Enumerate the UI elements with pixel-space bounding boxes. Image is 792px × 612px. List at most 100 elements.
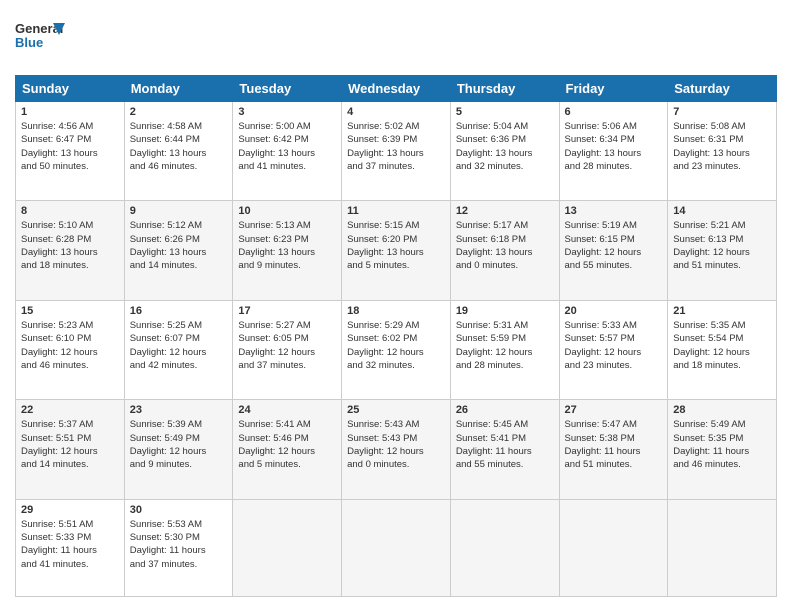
day-info: Sunrise: 5:13 AM Sunset: 6:23 PM Dayligh…: [238, 219, 336, 272]
day-info: Sunrise: 4:56 AM Sunset: 6:47 PM Dayligh…: [21, 120, 119, 173]
calendar-cell: 11 Sunrise: 5:15 AM Sunset: 6:20 PM Dayli…: [342, 201, 451, 300]
day-info: Sunrise: 5:35 AM Sunset: 5:54 PM Dayligh…: [673, 319, 771, 372]
day-number: 30: [130, 504, 228, 516]
day-info: Sunrise: 5:43 AM Sunset: 5:43 PM Dayligh…: [347, 418, 445, 471]
day-info: Sunrise: 5:37 AM Sunset: 5:51 PM Dayligh…: [21, 418, 119, 471]
day-info: Sunrise: 5:49 AM Sunset: 5:35 PM Dayligh…: [673, 418, 771, 471]
day-info: Sunrise: 5:23 AM Sunset: 6:10 PM Dayligh…: [21, 319, 119, 372]
day-info: Sunrise: 5:12 AM Sunset: 6:26 PM Dayligh…: [130, 219, 228, 272]
calendar-cell: 29 Sunrise: 5:51 AM Sunset: 5:33 PM Dayli…: [16, 499, 125, 596]
day-number: 13: [565, 205, 663, 217]
day-info: Sunrise: 5:45 AM Sunset: 5:41 PM Dayligh…: [456, 418, 554, 471]
calendar-cell: 3 Sunrise: 5:00 AM Sunset: 6:42 PM Daylig…: [233, 102, 342, 201]
calendar-cell: 12 Sunrise: 5:17 AM Sunset: 6:18 PM Dayli…: [450, 201, 559, 300]
weekday-thursday: Thursday: [450, 76, 559, 102]
day-number: 10: [238, 205, 336, 217]
day-number: 11: [347, 205, 445, 217]
calendar-cell: 24 Sunrise: 5:41 AM Sunset: 5:46 PM Dayli…: [233, 400, 342, 499]
weekday-saturday: Saturday: [668, 76, 777, 102]
calendar-cell: 17 Sunrise: 5:27 AM Sunset: 6:05 PM Dayli…: [233, 300, 342, 399]
day-info: Sunrise: 5:15 AM Sunset: 6:20 PM Dayligh…: [347, 219, 445, 272]
day-number: 21: [673, 305, 771, 317]
day-info: Sunrise: 5:47 AM Sunset: 5:38 PM Dayligh…: [565, 418, 663, 471]
calendar-cell: 20 Sunrise: 5:33 AM Sunset: 5:57 PM Dayli…: [559, 300, 668, 399]
calendar-cell: 28 Sunrise: 5:49 AM Sunset: 5:35 PM Dayli…: [668, 400, 777, 499]
calendar-cell: 21 Sunrise: 5:35 AM Sunset: 5:54 PM Dayli…: [668, 300, 777, 399]
weekday-monday: Monday: [124, 76, 233, 102]
day-number: 6: [565, 106, 663, 118]
calendar-cell: 1 Sunrise: 4:56 AM Sunset: 6:47 PM Daylig…: [16, 102, 125, 201]
calendar-cell: [559, 499, 668, 596]
day-number: 12: [456, 205, 554, 217]
calendar-week-4: 22Sunrise: 5:37 AM Sunset: 5:51 PM Dayli…: [16, 400, 777, 499]
day-info: Sunrise: 5:04 AM Sunset: 6:36 PM Dayligh…: [456, 120, 554, 173]
day-info: Sunrise: 5:33 AM Sunset: 5:57 PM Dayligh…: [565, 319, 663, 372]
day-number: 27: [565, 404, 663, 416]
day-info: Sunrise: 5:31 AM Sunset: 5:59 PM Dayligh…: [456, 319, 554, 372]
calendar-cell: 2 Sunrise: 4:58 AM Sunset: 6:44 PM Daylig…: [124, 102, 233, 201]
svg-text:Blue: Blue: [15, 35, 43, 50]
calendar-cell: 26 Sunrise: 5:45 AM Sunset: 5:41 PM Dayli…: [450, 400, 559, 499]
day-number: 14: [673, 205, 771, 217]
calendar-cell: 19Sunrise: 5:31 AM Sunset: 5:59 PM Dayli…: [450, 300, 559, 399]
day-info: Sunrise: 5:51 AM Sunset: 5:33 PM Dayligh…: [21, 518, 119, 571]
page-header: General Blue: [15, 15, 777, 65]
day-number: 18: [347, 305, 445, 317]
day-number: 3: [238, 106, 336, 118]
day-number: 20: [565, 305, 663, 317]
weekday-tuesday: Tuesday: [233, 76, 342, 102]
day-number: 23: [130, 404, 228, 416]
calendar-week-5: 29 Sunrise: 5:51 AM Sunset: 5:33 PM Dayli…: [16, 499, 777, 596]
day-info: Sunrise: 5:21 AM Sunset: 6:13 PM Dayligh…: [673, 219, 771, 272]
day-info: Sunrise: 5:17 AM Sunset: 6:18 PM Dayligh…: [456, 219, 554, 272]
day-info: Sunrise: 5:06 AM Sunset: 6:34 PM Dayligh…: [565, 120, 663, 173]
calendar-table: SundayMondayTuesdayWednesdayThursdayFrid…: [15, 75, 777, 597]
calendar-cell: 6 Sunrise: 5:06 AM Sunset: 6:34 PM Daylig…: [559, 102, 668, 201]
weekday-friday: Friday: [559, 76, 668, 102]
day-number: 5: [456, 106, 554, 118]
calendar-cell: 14 Sunrise: 5:21 AM Sunset: 6:13 PM Dayli…: [668, 201, 777, 300]
calendar-cell: 23Sunrise: 5:39 AM Sunset: 5:49 PM Dayli…: [124, 400, 233, 499]
day-number: 17: [238, 305, 336, 317]
calendar-cell: 25Sunrise: 5:43 AM Sunset: 5:43 PM Dayli…: [342, 400, 451, 499]
day-number: 15: [21, 305, 119, 317]
day-number: 24: [238, 404, 336, 416]
calendar-cell: 27 Sunrise: 5:47 AM Sunset: 5:38 PM Dayli…: [559, 400, 668, 499]
logo: General Blue: [15, 15, 65, 65]
calendar-cell: [668, 499, 777, 596]
day-info: Sunrise: 5:29 AM Sunset: 6:02 PM Dayligh…: [347, 319, 445, 372]
day-info: Sunrise: 5:00 AM Sunset: 6:42 PM Dayligh…: [238, 120, 336, 173]
day-info: Sunrise: 4:58 AM Sunset: 6:44 PM Dayligh…: [130, 120, 228, 173]
day-info: Sunrise: 5:27 AM Sunset: 6:05 PM Dayligh…: [238, 319, 336, 372]
weekday-sunday: Sunday: [16, 76, 125, 102]
calendar-cell: 10 Sunrise: 5:13 AM Sunset: 6:23 PM Dayli…: [233, 201, 342, 300]
day-number: 7: [673, 106, 771, 118]
calendar-cell: 22Sunrise: 5:37 AM Sunset: 5:51 PM Dayli…: [16, 400, 125, 499]
calendar-week-2: 8Sunrise: 5:10 AM Sunset: 6:28 PM Daylig…: [16, 201, 777, 300]
day-number: 4: [347, 106, 445, 118]
calendar-cell: 15 Sunrise: 5:23 AM Sunset: 6:10 PM Dayli…: [16, 300, 125, 399]
logo-icon: General Blue: [15, 15, 65, 60]
calendar-cell: 13 Sunrise: 5:19 AM Sunset: 6:15 PM Dayli…: [559, 201, 668, 300]
day-info: Sunrise: 5:25 AM Sunset: 6:07 PM Dayligh…: [130, 319, 228, 372]
calendar-cell: 5 Sunrise: 5:04 AM Sunset: 6:36 PM Daylig…: [450, 102, 559, 201]
day-number: 26: [456, 404, 554, 416]
day-number: 28: [673, 404, 771, 416]
calendar-week-1: 1 Sunrise: 4:56 AM Sunset: 6:47 PM Daylig…: [16, 102, 777, 201]
day-number: 1: [21, 106, 119, 118]
day-number: 29: [21, 504, 119, 516]
calendar-cell: [342, 499, 451, 596]
calendar-cell: [233, 499, 342, 596]
calendar-cell: 4Sunrise: 5:02 AM Sunset: 6:39 PM Daylig…: [342, 102, 451, 201]
day-number: 9: [130, 205, 228, 217]
calendar-week-3: 15 Sunrise: 5:23 AM Sunset: 6:10 PM Dayli…: [16, 300, 777, 399]
day-info: Sunrise: 5:41 AM Sunset: 5:46 PM Dayligh…: [238, 418, 336, 471]
day-info: Sunrise: 5:08 AM Sunset: 6:31 PM Dayligh…: [673, 120, 771, 173]
calendar-cell: 18 Sunrise: 5:29 AM Sunset: 6:02 PM Dayli…: [342, 300, 451, 399]
weekday-wednesday: Wednesday: [342, 76, 451, 102]
day-info: Sunrise: 5:19 AM Sunset: 6:15 PM Dayligh…: [565, 219, 663, 272]
calendar-cell: 16Sunrise: 5:25 AM Sunset: 6:07 PM Dayli…: [124, 300, 233, 399]
day-info: Sunrise: 5:53 AM Sunset: 5:30 PM Dayligh…: [130, 518, 228, 571]
day-number: 8: [21, 205, 119, 217]
day-number: 2: [130, 106, 228, 118]
